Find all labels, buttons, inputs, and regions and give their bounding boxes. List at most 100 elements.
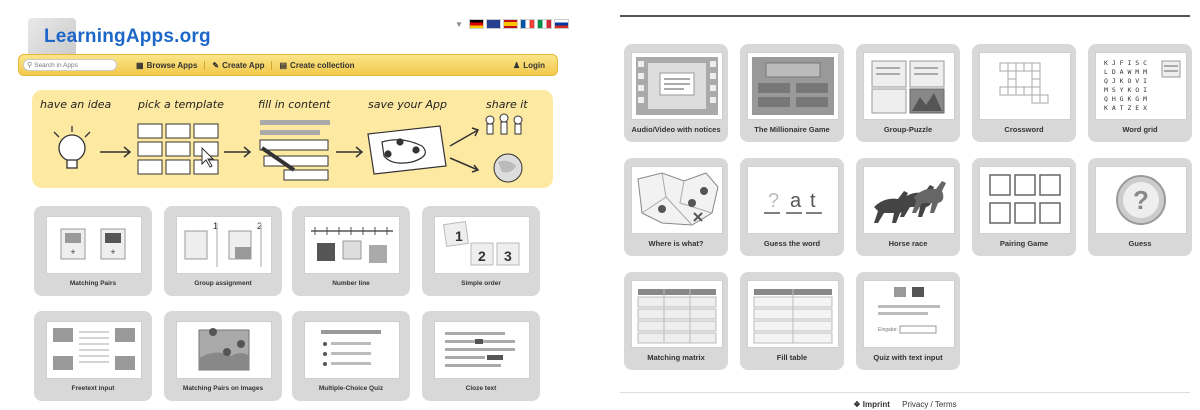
flag-de-icon[interactable]: [468, 19, 484, 29]
tile-matching-pairs-images[interactable]: Matching Pairs on Images: [164, 311, 282, 401]
arrow-icon: [224, 146, 252, 158]
tile-quiz-text-input[interactable]: Eingabe: Quiz with text input: [856, 272, 960, 370]
tile-preview: [631, 52, 723, 120]
tile-cloze-text[interactable]: Cloze text: [422, 311, 540, 401]
svg-text:3: 3: [504, 248, 512, 264]
tile-preview: [863, 52, 955, 120]
footer-divider: [620, 392, 1190, 393]
tile-matching-pairs[interactable]: + + Matching Pairs: [34, 206, 152, 296]
tile-freetext-input[interactable]: Freetext input: [34, 311, 152, 401]
tile-label: Fill table: [776, 353, 808, 362]
tile-group-puzzle[interactable]: Group-Puzzle: [856, 44, 960, 142]
arrow-icon: [100, 146, 132, 158]
matching-pairs-icon: + +: [60, 228, 126, 260]
tile-horse-race[interactable]: Horse race: [856, 158, 960, 256]
browse-apps-link[interactable]: ▦ Browse Apps: [129, 60, 206, 70]
tile-matching-matrix[interactable]: Matching matrix: [624, 272, 728, 370]
svg-text:M S Y K O I: M S Y K O I: [1104, 86, 1147, 94]
freetext-input-icon: [53, 328, 135, 370]
tile-label: Multiple-Choice Quiz: [318, 385, 384, 392]
create-app-link[interactable]: ✎ Create App: [205, 60, 273, 70]
flag-it-icon[interactable]: [536, 19, 552, 29]
language-selector[interactable]: ▼: [455, 19, 569, 29]
tile-preview: [747, 280, 839, 348]
tile-group-assignment[interactable]: 1 2 Group assignment: [164, 206, 282, 296]
tile-audio-video[interactable]: Audio/Video with notices: [624, 44, 728, 142]
template-grid-icon: [137, 123, 219, 175]
svg-text:?: ?: [768, 190, 779, 212]
tile-fill-table[interactable]: Fill table: [740, 272, 844, 370]
number-line-icon: [311, 227, 393, 263]
svg-text:?: ?: [1133, 185, 1149, 215]
collection-icon: ▤: [279, 60, 288, 70]
tile-preview: K J F I S C L D A W M M Q J K O V I M S …: [1095, 52, 1187, 120]
flag-es-icon[interactable]: [502, 19, 518, 29]
tile-label: Audio/Video with notices: [631, 125, 721, 134]
tile-label: Group assignment: [194, 280, 252, 287]
browse-apps-label: Browse Apps: [146, 60, 198, 70]
question-mark-icon: ?: [1116, 175, 1166, 225]
tile-preview: 1 2 3: [434, 216, 530, 274]
arrow-icon: [336, 146, 364, 158]
search-input[interactable]: ⚲ Search in Apps: [23, 59, 117, 71]
tile-pairing-game[interactable]: Pairing Game: [972, 158, 1076, 256]
left-screenshot: LearningApps.org ▼ ⚲ Search in Apps ▦ Br…: [0, 0, 570, 410]
grid-icon: ▦: [136, 60, 144, 70]
create-collection-link[interactable]: ▤ Create collection: [272, 61, 361, 70]
privacy-terms-link[interactable]: Privacy / Terms: [902, 400, 957, 409]
tile-simple-order[interactable]: 1 2 3 Simple order: [422, 206, 540, 296]
tile-preview: [304, 216, 400, 274]
page-footer: ❖ Imprint Privacy / Terms: [610, 400, 1200, 409]
table-icon: [753, 289, 833, 344]
svg-text:+: +: [110, 247, 115, 257]
svg-text:1: 1: [455, 228, 463, 244]
flag-ru-icon[interactable]: [553, 19, 569, 29]
logo-text: LearningApps.org: [44, 26, 211, 47]
login-button[interactable]: ♟ Login: [513, 61, 545, 70]
quiz-input-icon: Eingabe:: [878, 287, 940, 334]
puzzle-icon: [871, 60, 945, 114]
tile-preview: [747, 52, 839, 120]
tile-label: Where is what?: [648, 239, 704, 248]
flag-en-icon[interactable]: [485, 19, 501, 29]
content-form-icon: [259, 120, 330, 181]
tile-millionaire-game[interactable]: The Millionaire Game: [740, 44, 844, 142]
svg-text:L D A W M M: L D A W M M: [1104, 68, 1147, 76]
horse-race-icon: [874, 181, 946, 223]
divider: [620, 15, 1190, 17]
tile-label: Quiz with text input: [873, 353, 943, 362]
svg-text:K A T Z E X: K A T Z E X: [1104, 104, 1147, 112]
arrow-icon: [449, 157, 480, 173]
chevron-down-icon[interactable]: ▼: [455, 20, 463, 29]
imprint-link[interactable]: ❖ Imprint: [853, 400, 890, 409]
tile-preview: [631, 166, 723, 234]
svg-text:2: 2: [478, 248, 486, 264]
millionaire-icon: [752, 57, 834, 115]
tile-label: The Millionaire Game: [754, 125, 830, 134]
tile-label: Guess: [1128, 239, 1152, 248]
crossword-icon: [999, 62, 1049, 104]
tile-label: Guess the word: [763, 239, 821, 248]
banner-illustration: [53, 113, 523, 183]
tile-where-is-what[interactable]: Where is what?: [624, 158, 728, 256]
tile-guess[interactable]: ? Guess: [1088, 158, 1192, 256]
matrix-icon: [637, 289, 717, 344]
svg-text:a: a: [790, 190, 802, 212]
tile-word-grid[interactable]: K J F I S C L D A W M M Q J K O V I M S …: [1088, 44, 1192, 142]
tile-preview: ? a t: [747, 166, 839, 234]
pencil-icon: ✎: [212, 60, 220, 70]
tile-multiple-choice-quiz[interactable]: Multiple-Choice Quiz: [292, 311, 410, 401]
svg-text:+: +: [70, 247, 75, 257]
arrow-icon: [449, 127, 480, 147]
tile-preview: [304, 321, 400, 379]
lightbulb-icon: [53, 126, 91, 169]
right-screenshot: Audio/Video with notices The Millionaire…: [610, 0, 1200, 410]
film-icon: [636, 57, 718, 115]
tile-label: Simple order: [461, 280, 501, 287]
login-label: Login: [523, 60, 545, 70]
flag-fr-icon[interactable]: [519, 19, 535, 29]
tile-guess-the-word[interactable]: ? a t Guess the word: [740, 158, 844, 256]
tile-crossword[interactable]: Crossword: [972, 44, 1076, 142]
tile-number-line[interactable]: Number line: [292, 206, 410, 296]
cloze-text-icon: [445, 332, 515, 367]
